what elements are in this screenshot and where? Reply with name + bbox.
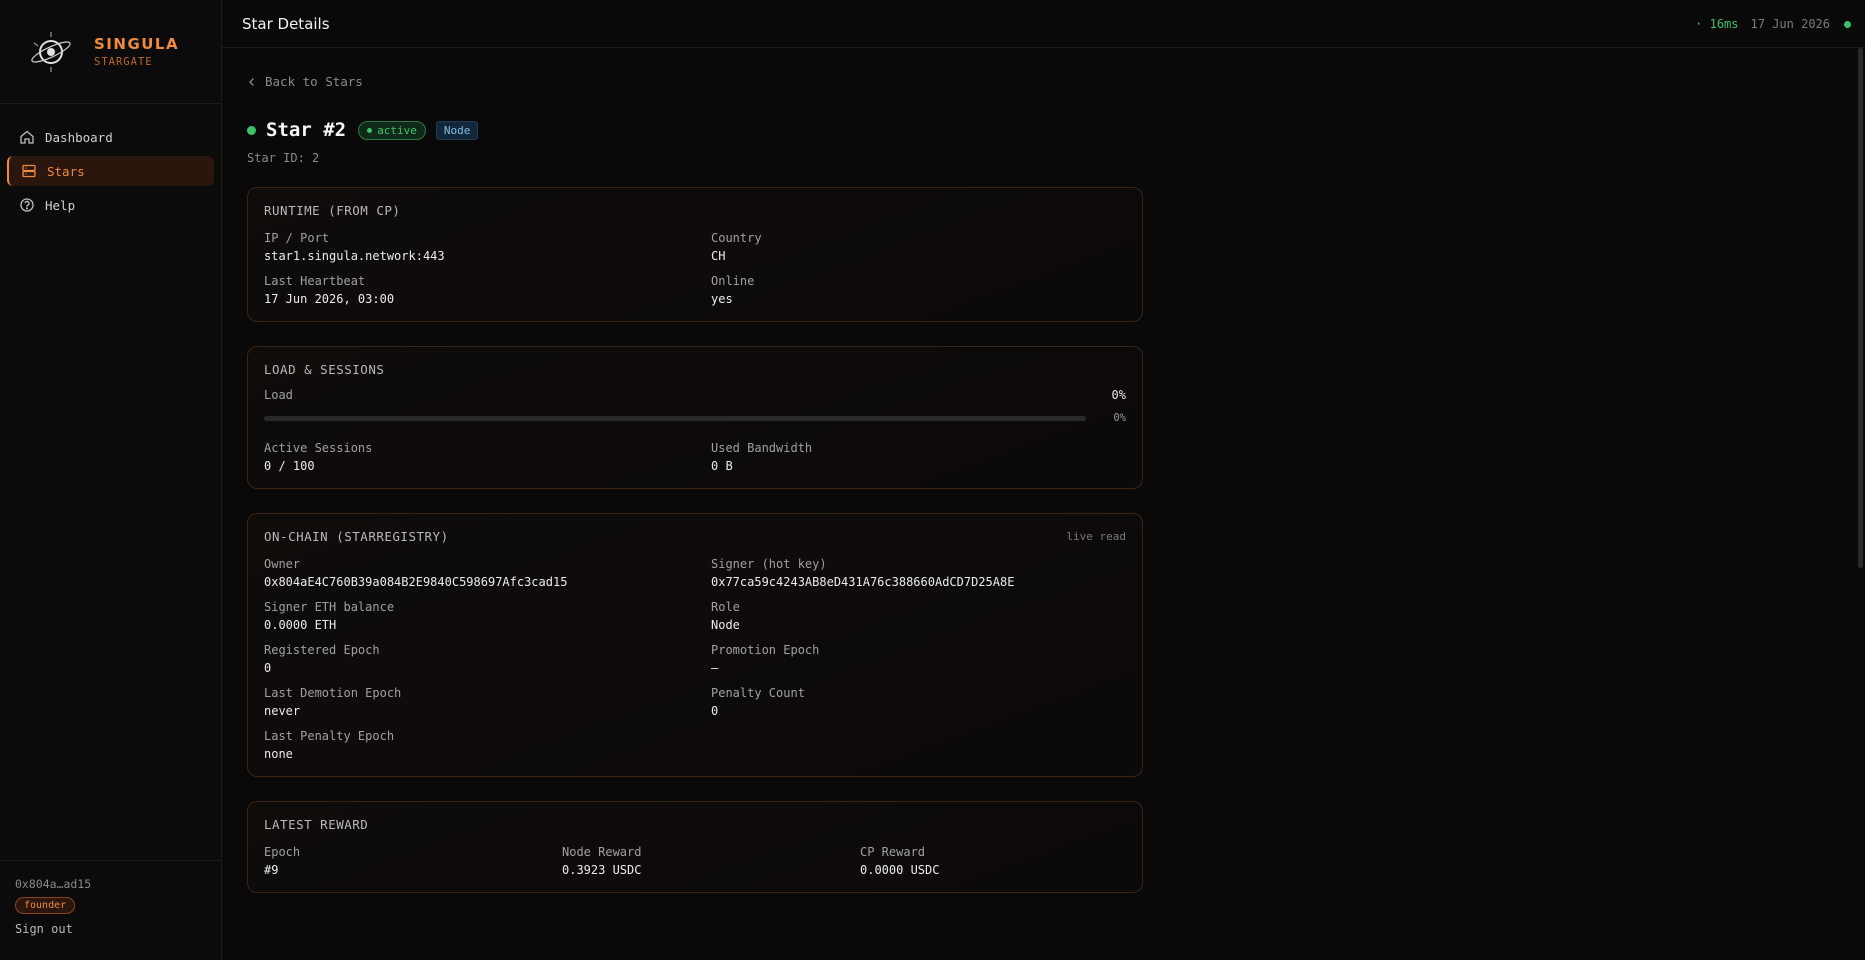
sidebar: SINGULA STARGATE Dashboard Stars Help 0x…	[0, 0, 222, 960]
load-progress-percent: 0%	[1113, 412, 1126, 424]
card-title: LOAD & SESSIONS	[264, 362, 385, 377]
load-field-used-bandwidth: Used Bandwidth 0 B	[711, 441, 813, 473]
page-header-title: Star Details	[242, 14, 330, 33]
load-field-active-sessions: Active Sessions 0 / 100	[264, 441, 373, 473]
onchain-field-owner: Owner 0x804aE4C760B39a084B2E9840C598697A…	[264, 557, 568, 589]
brand-name: SINGULA	[94, 35, 180, 53]
sidebar-item-dashboard[interactable]: Dashboard	[7, 122, 214, 152]
sidebar-item-help[interactable]: Help	[7, 190, 214, 220]
onchain-field-last-demotion-epoch: Last Demotion Epoch never	[264, 686, 402, 718]
sidebar-nav: Dashboard Stars Help	[0, 104, 221, 220]
help-circle-icon	[19, 197, 35, 213]
user-panel: 0x804a…ad15 founder Sign out	[0, 860, 221, 960]
runtime-field-country: Country CH	[711, 231, 762, 263]
reward-field-cp-reward: CP Reward 0.0000 USDC	[860, 845, 940, 877]
onchain-field-penalty-count: Penalty Count 0	[711, 686, 805, 718]
connection-status-dot	[1844, 20, 1851, 28]
sidebar-item-label: Dashboard	[45, 129, 113, 145]
star-id: Star ID: 2	[247, 151, 320, 165]
singula-logo-icon	[28, 29, 74, 75]
reward-field-node-reward: Node Reward 0.3923 USDC	[562, 845, 642, 877]
back-to-stars-link[interactable]: Back to Stars	[247, 74, 1827, 89]
onchain-field-registered-epoch: Registered Epoch 0	[264, 643, 380, 675]
header-date: 17 Jun 2026	[1750, 17, 1830, 31]
chevron-left-icon	[247, 77, 257, 87]
page-title: Star #2	[266, 119, 347, 141]
card-title: RUNTIME (FROM CP)	[264, 203, 401, 218]
brand-subtitle: STARGATE	[94, 56, 153, 68]
back-link-label: Back to Stars	[265, 74, 363, 89]
main-content: Back to Stars Star #2 active Node Star I…	[247, 48, 1827, 893]
latest-reward-card: LATEST REWARD Epoch #9 Node Reward 0.392…	[247, 801, 1143, 893]
load-sessions-card: LOAD & SESSIONS Load 0% 0% Active Sessio…	[247, 346, 1143, 489]
onchain-card: ON-CHAIN (STARREGISTRY) live read Owner …	[247, 513, 1143, 777]
scrollbar[interactable]	[1858, 48, 1863, 568]
onchain-field-signer-eth-balance: Signer ETH balance 0.0000 ETH	[264, 600, 395, 632]
user-address: 0x804a…ad15	[15, 877, 92, 891]
load-label: Load	[264, 388, 293, 402]
top-header: Star Details · 16ms 17 Jun 2026	[222, 0, 1865, 48]
role-pill: Node	[435, 120, 479, 140]
onchain-field-signer: Signer (hot key) 0x77ca59c4243AB8eD431A7…	[711, 557, 1015, 589]
runtime-field-last-heartbeat: Last Heartbeat 17 Jun 2026, 03:00	[264, 274, 395, 306]
sidebar-item-label: Help	[45, 197, 76, 213]
load-progress-bar	[264, 415, 1086, 421]
runtime-field-online: Online yes	[711, 274, 755, 306]
sidebar-item-label: Stars	[47, 163, 85, 179]
status-badge: active	[358, 120, 426, 140]
sign-out-link[interactable]: Sign out	[15, 922, 206, 936]
home-icon	[19, 129, 35, 145]
onchain-field-last-penalty-epoch: Last Penalty Epoch none	[264, 729, 395, 761]
server-icon	[21, 163, 37, 179]
onchain-field-role: Role Node	[711, 600, 740, 632]
brand[interactable]: SINGULA STARGATE	[0, 0, 221, 104]
live-read-label: live read	[1066, 530, 1126, 543]
card-title: ON-CHAIN (STARREGISTRY)	[264, 529, 449, 544]
onchain-field-promotion-epoch: Promotion Epoch —	[711, 643, 820, 675]
online-status-dot	[247, 125, 256, 135]
runtime-card: RUNTIME (FROM CP) IP / Port star1.singul…	[247, 187, 1143, 322]
reward-field-epoch: Epoch #9	[264, 845, 301, 877]
sidebar-item-stars[interactable]: Stars	[7, 156, 214, 186]
role-badge: founder	[15, 897, 76, 914]
status-badge-dot	[367, 127, 373, 133]
card-title: LATEST REWARD	[264, 817, 369, 832]
load-value: 0%	[1111, 388, 1126, 402]
latency-indicator: · 16ms	[1695, 17, 1739, 31]
runtime-field-ip-port: IP / Port star1.singula.network:443	[264, 231, 445, 263]
